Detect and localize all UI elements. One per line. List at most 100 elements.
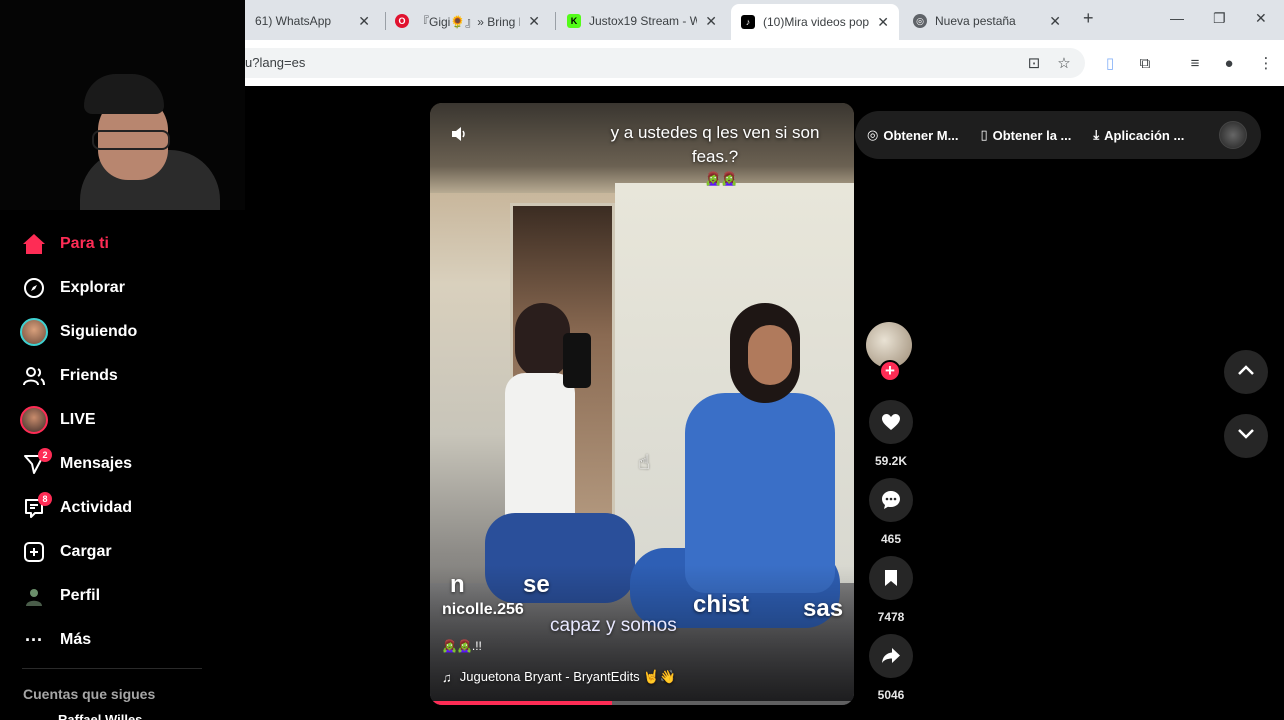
tab-title: 『Gigi🌻』» Bring Her	[417, 14, 520, 29]
tiktok-icon: ♪	[741, 15, 755, 29]
sidebar-item-siguiendo[interactable]: Siguiendo	[20, 310, 230, 354]
video-subtitle-word: capaz y somos	[550, 615, 677, 636]
like-count: 59.2K	[874, 454, 908, 468]
send-icon: 2	[20, 448, 52, 478]
user-avatar[interactable]	[1219, 121, 1247, 149]
bookmark-star-icon[interactable]: ☆	[1053, 52, 1075, 74]
save-button[interactable]	[869, 556, 913, 600]
close-icon[interactable]: ✕	[528, 13, 540, 30]
close-icon[interactable]: ✕	[1049, 13, 1061, 30]
share-button[interactable]	[869, 634, 913, 678]
tab-kick-stream[interactable]: K Justox19 Stream - W ✕	[557, 6, 727, 36]
tab-separator	[555, 12, 556, 30]
get-coins-button[interactable]: ◎ Obtener M...	[867, 127, 958, 143]
compass-icon	[20, 274, 48, 302]
profile-icon	[20, 582, 48, 610]
browser-tab-bar: 61) WhatsApp ✕ O 『Gigi🌻』» Bring Her ✕ K …	[245, 0, 1284, 40]
video-author-username[interactable]: nicolle.256	[442, 601, 524, 619]
sidebar-item-mas[interactable]: ··· Más	[20, 618, 230, 662]
opera-icon: O	[395, 14, 409, 28]
sidebar-item-perfil[interactable]: Perfil	[20, 574, 230, 618]
sidebar-nav: Para ti Explorar Siguiendo Friends LIVE …	[20, 222, 230, 662]
hand-cursor-icon: ☝	[638, 452, 651, 474]
comment-count: 465	[880, 532, 902, 546]
video-description: 🧟‍♀️🧟‍♀️.!!	[442, 639, 482, 653]
window-close-icon[interactable]: ✕	[1255, 10, 1267, 27]
kebab-menu-icon[interactable]: ⋮	[1255, 52, 1277, 74]
chevron-down-icon	[1237, 427, 1255, 445]
video-progress-fill	[430, 701, 613, 705]
webcam-overlay	[0, 0, 245, 210]
volume-icon[interactable]	[448, 123, 470, 145]
sidebar-item-label: Siguiendo	[60, 323, 138, 340]
sidebar-item-para-ti[interactable]: Para ti	[20, 222, 230, 266]
messages-badge: 2	[38, 448, 52, 462]
sidebar-item-explorar[interactable]: Explorar	[20, 266, 230, 310]
following-avatar	[20, 318, 48, 346]
share-action: 5046	[868, 634, 914, 702]
sidebar-item-cargar[interactable]: Cargar	[20, 530, 230, 574]
video-progress-bar[interactable]	[430, 701, 854, 705]
like-button[interactable]	[869, 400, 913, 444]
share-count: 5046	[877, 688, 905, 702]
follow-button[interactable]: +	[879, 360, 901, 382]
comment-button[interactable]	[869, 478, 913, 522]
save-count: 7478	[877, 610, 905, 624]
close-icon[interactable]: ✕	[705, 13, 717, 30]
download-app-button[interactable]: ⤓ Aplicación ...	[1093, 127, 1184, 143]
restore-icon[interactable]: ❐	[1213, 10, 1226, 27]
sidebar-item-friends[interactable]: Friends	[20, 354, 230, 398]
webcam-person-cap	[84, 74, 164, 114]
sidebar-item-mensajes[interactable]: 2 Mensajes	[20, 442, 230, 486]
get-app-button[interactable]: ▯ Obtener la ...	[980, 127, 1071, 143]
new-tab-icon[interactable]: +	[1083, 8, 1094, 29]
chevron-up-icon	[1237, 363, 1255, 381]
sidebar-item-actividad[interactable]: 8 Actividad	[20, 486, 230, 530]
video-music[interactable]: ♫ Juguetona Bryant - BryantEdits 🤘👋	[442, 669, 676, 685]
get-app-label: Obtener la ...	[992, 127, 1072, 143]
next-video-button[interactable]	[1224, 414, 1268, 458]
sidebar-item-label: Actividad	[60, 499, 133, 516]
sidebar-item-label: Más	[60, 631, 92, 648]
video-music-title: Juguetona Bryant - BryantEdits 🤘👋	[459, 669, 676, 684]
previous-video-button[interactable]	[1224, 350, 1268, 394]
tab-whatsapp[interactable]: 61) WhatsApp ✕	[245, 6, 380, 36]
install-app-icon[interactable]: ⊡	[1023, 52, 1045, 74]
tab-title: Nueva pestaña	[935, 14, 1016, 28]
media-queue-icon[interactable]: ≡	[1184, 52, 1206, 74]
tab-tiktok[interactable]: ♪ (10)Mira videos popu ✕	[731, 4, 899, 40]
url-field[interactable]: u?lang=es	[245, 48, 1085, 78]
video-subtitle-word: sas	[803, 595, 844, 622]
minimize-icon[interactable]: —	[1170, 10, 1184, 26]
save-action: 7478	[868, 556, 914, 624]
close-icon[interactable]: ✕	[877, 14, 889, 31]
video-phone	[563, 333, 591, 388]
following-account-item[interactable]: Raffael Willes	[58, 712, 142, 720]
webcam-person-glasses	[92, 130, 170, 150]
live-avatar	[20, 406, 48, 434]
profile-avatar-icon[interactable]: ●	[1218, 52, 1240, 74]
coin-icon: ◎	[867, 127, 879, 142]
sidebar-divider	[22, 668, 202, 669]
video-subtitle-word: n	[450, 571, 465, 598]
video-subtitle-word: chist	[693, 591, 750, 618]
tab-gigi[interactable]: O 『Gigi🌻』» Bring Her ✕	[385, 6, 550, 36]
get-app-bar: ◎ Obtener M... ▯ Obtener la ... ⤓ Aplica…	[855, 111, 1261, 159]
plus-square-icon	[20, 538, 48, 566]
like-action: 59.2K	[868, 400, 914, 468]
video-caption-top: y a ustedes q les ven si son feas.?	[610, 123, 820, 166]
inbox-icon: 8	[20, 492, 52, 522]
document-icon[interactable]: ▯	[1099, 52, 1121, 74]
sidebar-item-live[interactable]: LIVE	[20, 398, 230, 442]
extensions-icon[interactable]: ⧉	[1134, 52, 1156, 74]
sidebar-item-label: Cargar	[60, 543, 112, 560]
video-subtitle-word: se	[523, 571, 550, 598]
video-player[interactable]: y a ustedes q les ven si son feas.? 🧟‍♀️…	[430, 103, 854, 705]
chrome-icon: ◎	[913, 14, 927, 28]
address-bar: u?lang=es ⊡ ☆ ▯ ⧉ ≡ ● ⋮	[245, 40, 1284, 86]
comment-action: 465	[868, 478, 914, 546]
tab-new-tab[interactable]: ◎ Nueva pestaña ✕	[903, 6, 1071, 36]
tab-title: (10)Mira videos popu	[763, 15, 870, 29]
close-icon[interactable]: ✕	[358, 13, 370, 30]
url-text: u?lang=es	[245, 55, 306, 70]
